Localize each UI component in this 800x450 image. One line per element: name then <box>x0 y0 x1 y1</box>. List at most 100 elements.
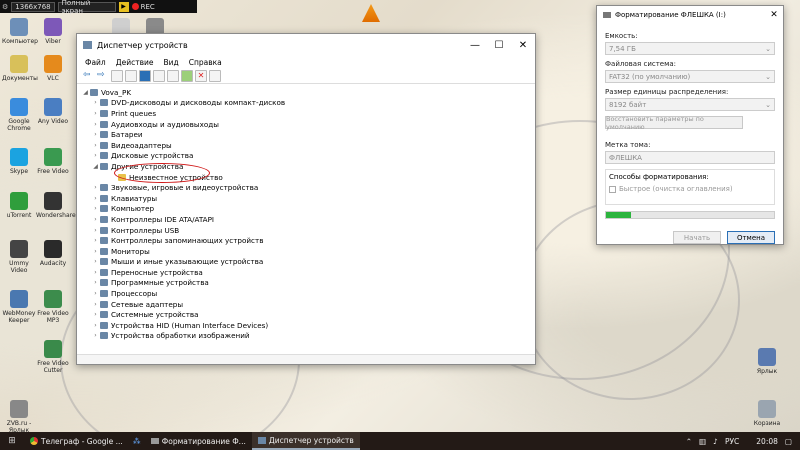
tree-item[interactable]: › Дисковые устройства <box>81 151 535 162</box>
tree-item[interactable]: › Процессоры <box>81 288 535 299</box>
view-icon[interactable] <box>153 70 165 82</box>
menu-action[interactable]: Действие <box>116 58 154 67</box>
recorder-play-icon[interactable]: ▶ <box>118 1 129 12</box>
expand-arrow-icon[interactable]: › <box>91 152 100 159</box>
desktop-icon[interactable]: Any Video <box>36 98 70 125</box>
desktop-icon[interactable]: Viber <box>36 18 70 45</box>
expand-arrow-icon[interactable]: › <box>91 184 100 191</box>
uninstall-icon[interactable]: ✕ <box>195 70 207 82</box>
expand-arrow-icon[interactable]: › <box>91 332 100 339</box>
tree-item[interactable]: › Аудиовходы и аудиовыходы <box>81 119 535 130</box>
recorder-mode[interactable]: Полный экран <box>57 0 116 15</box>
volume-label-input[interactable]: ФЛЕШКА <box>605 151 775 164</box>
expand-arrow-icon[interactable]: › <box>91 322 100 329</box>
tree-item[interactable]: › Программные устройства <box>81 278 535 289</box>
desktop-icon[interactable]: Google Chrome <box>2 98 36 132</box>
help-icon[interactable] <box>139 70 151 82</box>
tree-root[interactable]: ◢ Vova_PK <box>81 87 535 98</box>
expand-arrow-icon[interactable]: › <box>91 290 100 297</box>
quick-format-checkbox[interactable] <box>609 185 616 193</box>
horizontal-scrollbar[interactable] <box>77 354 535 364</box>
tree-item[interactable]: › Видеоадаптеры <box>81 140 535 151</box>
desktop-icon[interactable]: ZVB.ru - Ярлык <box>2 400 36 434</box>
network-icon[interactable]: ▥ <box>699 437 706 446</box>
tree-item[interactable]: › Print queues <box>81 108 535 119</box>
tree-item[interactable]: › Компьютер <box>81 204 535 215</box>
desktop-icon[interactable]: Audacity <box>36 240 70 267</box>
tray-chevron-icon[interactable]: ⌃ <box>686 437 692 446</box>
properties-icon[interactable] <box>125 70 137 82</box>
cancel-button[interactable]: Отмена <box>727 231 775 244</box>
tree-item[interactable]: › Устройства обработки изображений <box>81 331 535 342</box>
desktop-icon[interactable]: Wondershare <box>36 192 76 219</box>
tree-item[interactable]: › Звуковые, игровые и видеоустройства <box>81 182 535 193</box>
notifications-icon[interactable]: ▢ <box>785 437 792 446</box>
desktop-icon[interactable]: Free Video Cutter <box>36 340 70 374</box>
expand-arrow-icon[interactable]: › <box>91 142 100 149</box>
format-titlebar[interactable]: Форматирование ФЛЕШКА (I:) ✕ <box>597 6 783 24</box>
start-button-windows[interactable]: ⊞ <box>0 436 24 446</box>
expand-arrow-icon[interactable]: › <box>91 237 100 244</box>
expand-arrow-icon[interactable]: › <box>91 248 100 255</box>
desktop-icon[interactable]: uTorrent <box>2 192 36 219</box>
allocation-select[interactable]: 8192 байт ⌄ <box>605 98 775 111</box>
tree-item[interactable]: › Сетевые адаптеры <box>81 299 535 310</box>
desktop-icon[interactable]: WebMoney Keeper <box>2 290 36 324</box>
close-button[interactable]: ✕ <box>511 34 535 56</box>
desktop-icon[interactable]: Ummy Video <box>2 240 36 274</box>
expand-arrow-icon[interactable]: ◢ <box>81 89 90 96</box>
restore-defaults-button[interactable]: Восстановить параметры по умолчанию <box>605 115 743 131</box>
expand-arrow-icon[interactable]: › <box>91 301 100 308</box>
tree-item[interactable]: › Мониторы <box>81 246 535 257</box>
menu-help[interactable]: Справка <box>189 58 222 67</box>
expand-arrow-icon[interactable]: › <box>91 258 100 265</box>
tree-item[interactable]: › DVD-дисководы и дисководы компакт-диско… <box>81 98 535 109</box>
expand-arrow-icon[interactable]: › <box>91 131 100 138</box>
maximize-button[interactable]: ☐ <box>487 34 511 56</box>
recorder-settings-icon[interactable]: ⚙ <box>2 3 8 11</box>
monitor-icon[interactable] <box>167 70 179 82</box>
format-close-button[interactable]: ✕ <box>765 10 783 20</box>
menu-file[interactable]: Файл <box>85 58 106 67</box>
start-button[interactable]: Начать <box>673 231 721 244</box>
desktop-icon[interactable]: Free Video <box>36 148 70 175</box>
filesystem-select[interactable]: FAT32 (по умолчанию) ⌄ <box>605 70 775 83</box>
tree-item[interactable]: › Мыши и иные указывающие устройства <box>81 257 535 268</box>
network-app-icon[interactable]: ⁂ <box>129 437 145 446</box>
desktop-icon[interactable]: Free Video MP3 <box>36 290 70 324</box>
desktop-icon[interactable]: Skype <box>2 148 36 175</box>
expand-arrow-icon[interactable]: › <box>91 99 100 106</box>
minimize-button[interactable]: — <box>463 34 487 56</box>
expand-arrow-icon[interactable]: › <box>91 195 100 202</box>
tree-item[interactable]: › Контроллеры USB <box>81 225 535 236</box>
device-manager-titlebar[interactable]: Диспетчер устройств — ☐ ✕ <box>77 34 535 56</box>
expand-arrow-icon[interactable]: ◢ <box>91 163 100 170</box>
language-indicator[interactable]: РУС <box>725 437 739 446</box>
back-icon[interactable]: ⇦ <box>83 70 95 82</box>
menu-view[interactable]: Вид <box>163 58 178 67</box>
expand-arrow-icon[interactable]: › <box>91 216 100 223</box>
clock[interactable]: 20:08 <box>756 437 778 446</box>
tree-item[interactable]: › Батареи <box>81 129 535 140</box>
task-chrome[interactable]: Телеграф - Google ... <box>24 432 129 450</box>
task-format[interactable]: Форматирование Ф... <box>145 432 252 450</box>
tree-item[interactable]: › Устройства HID (Human Interface Devices… <box>81 320 535 331</box>
task-device-manager[interactable]: Диспетчер устройств <box>251 432 360 450</box>
show-hide-tree-icon[interactable] <box>111 70 123 82</box>
expand-arrow-icon[interactable]: › <box>91 279 100 286</box>
tree-item[interactable]: › Контроллеры IDE ATA/ATAPI <box>81 214 535 225</box>
desktop-icon[interactable]: Документы <box>2 55 38 82</box>
recorder-rec-button[interactable]: REC <box>131 3 155 11</box>
expand-arrow-icon[interactable]: › <box>91 311 100 318</box>
volume-icon[interactable]: ♪ <box>713 437 718 446</box>
vlc-desktop-icon[interactable] <box>362 4 380 22</box>
expand-arrow-icon[interactable]: › <box>91 205 100 212</box>
capacity-select[interactable]: 7,54 ГБ ⌄ <box>605 42 775 55</box>
expand-arrow-icon[interactable]: › <box>91 110 100 117</box>
recorder-resolution[interactable]: 1366x768 <box>11 1 55 12</box>
tree-item[interactable]: › Системные устройства <box>81 309 535 320</box>
expand-arrow-icon[interactable]: › <box>91 121 100 128</box>
scan-hardware-icon[interactable] <box>209 70 221 82</box>
desktop-icon[interactable]: Корзина <box>750 400 784 427</box>
desktop-icon[interactable]: Компьютер <box>2 18 38 45</box>
